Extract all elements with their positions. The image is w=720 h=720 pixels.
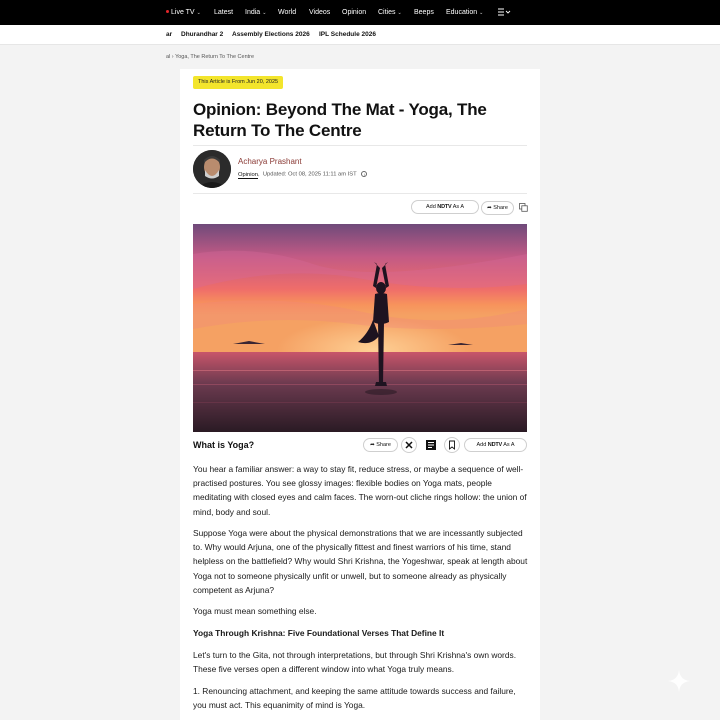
live-dot-icon (166, 9, 169, 13)
bookmark-button[interactable] (444, 437, 460, 453)
author-name[interactable]: Acharya Prashant (238, 157, 302, 166)
chevron-down-icon: ⌄ (262, 10, 267, 16)
add-ndtv-preferred-button[interactable]: Add NDTV As A (411, 200, 479, 214)
subnav-item-ipl[interactable]: IPL Schedule 2026 (319, 25, 376, 45)
hero-image-yoga-sunset (193, 224, 527, 432)
nav-india-label: India (245, 9, 261, 16)
author-avatar[interactable] (193, 150, 231, 188)
add-ndtv-prefix: Add (476, 442, 487, 448)
share-icon: ➦ (370, 442, 375, 448)
chevron-down-icon: ⌄ (479, 10, 484, 16)
info-icon[interactable]: i (361, 171, 368, 177)
article-paragraph: Yoga must mean something else. (193, 606, 317, 616)
nav-cities-label: Cities (378, 9, 396, 16)
article-meta: Opinion, Updated: Oct 08, 2025 11:11 am … (238, 171, 368, 179)
subnav-item-dhurandhar[interactable]: Dhurandhar 2 (181, 25, 223, 45)
divider (193, 145, 527, 146)
x-twitter-icon (405, 441, 413, 449)
nav-opinion[interactable]: Opinion (342, 0, 366, 25)
secondary-navigation: ar Dhurandhar 2 Assembly Elections 2026 … (0, 25, 720, 45)
article-paragraph: 1. Renouncing attachment, and keeping th… (193, 686, 516, 711)
chevron-down-icon: ⌄ (196, 10, 201, 16)
nav-education-label: Education (446, 9, 478, 16)
share-button[interactable]: ➦ Share (481, 201, 514, 215)
yoga-silhouette-image (193, 224, 527, 432)
bookmark-icon (449, 440, 455, 450)
author-photo-icon (193, 150, 231, 188)
share-label: Share (493, 205, 508, 211)
nav-world[interactable]: World (278, 0, 296, 25)
top-navigation: Live TV ⌄ Latest India ⌄ World Videos Opin… (0, 0, 720, 25)
subnav-item-elections[interactable]: Assembly Elections 2026 (232, 25, 310, 45)
share-icon: ➦ (487, 205, 492, 211)
breadcrumb[interactable]: al › Yoga, The Return To The Centre (166, 54, 254, 60)
article-paragraph: Suppose Yoga were about the physical dem… (193, 528, 528, 595)
add-ndtv-preferred-button-inline[interactable]: Add NDTV As A (464, 438, 527, 452)
add-ndtv-prefix: Add (425, 204, 436, 210)
menu-icon (498, 8, 511, 16)
share-button-inline[interactable]: ➦ Share (363, 438, 398, 452)
sparkle-icon (668, 670, 690, 692)
article-date-badge: This Article is From Jun 20, 2025 (193, 76, 284, 89)
nav-india[interactable]: India ⌄ (245, 0, 266, 25)
nav-cities[interactable]: Cities ⌄ (378, 0, 402, 25)
divider (193, 193, 527, 194)
nav-beeps[interactable]: Beeps (414, 0, 434, 25)
share-label: Share (376, 442, 391, 448)
copy-link-icon[interactable] (519, 203, 528, 212)
news-app-button[interactable] (423, 437, 439, 453)
article-title: Opinion: Beyond The Mat - Yoga, The Retu… (193, 100, 487, 140)
nav-latest[interactable]: Latest (214, 0, 233, 25)
nav-education[interactable]: Education ⌄ (446, 0, 483, 25)
nav-live-tv-label: Live TV (171, 9, 195, 16)
ndtv-logo: NDTV (437, 204, 452, 210)
subnav-item[interactable]: ar (166, 25, 172, 45)
updated-timestamp: Updated: Oct 08, 2025 11:11 am IST (262, 171, 357, 178)
news-logo-icon (426, 440, 436, 450)
article-subheading: Yoga Through Krishna: Five Foundational … (193, 628, 445, 638)
ndtv-logo: NDTV (487, 442, 502, 448)
add-ndtv-suffix: As A (503, 442, 515, 448)
article-paragraph: Let's turn to the Gita, not through inte… (193, 650, 517, 675)
article-paragraph: You hear a familiar answer: a way to sta… (193, 464, 527, 517)
nav-videos[interactable]: Videos (309, 0, 330, 25)
share-x-button[interactable] (401, 437, 417, 453)
section-heading: What is Yoga? (193, 440, 255, 450)
chevron-down-icon: ⌄ (397, 10, 402, 16)
add-ndtv-suffix: As A (452, 204, 465, 210)
category-link[interactable]: Opinion (238, 171, 258, 179)
menu-button[interactable] (498, 0, 512, 25)
nav-live-tv[interactable]: Live TV ⌄ (166, 0, 201, 25)
